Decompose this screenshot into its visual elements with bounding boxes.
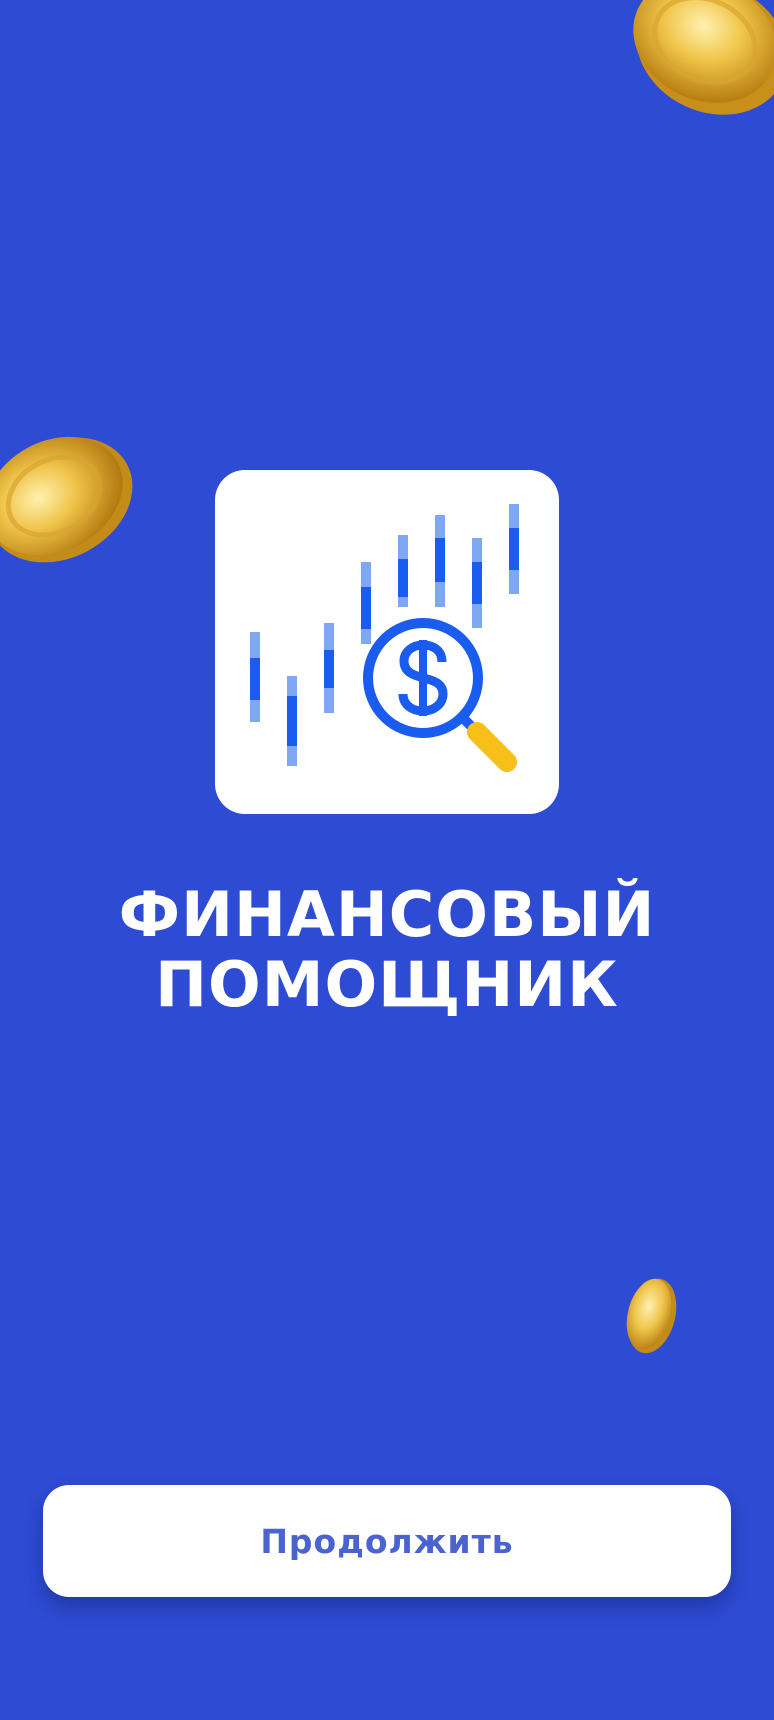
gold-coin-icon <box>620 1270 680 1360</box>
gold-coin-icon <box>0 410 140 580</box>
chart-magnifier-dollar-icon <box>250 504 519 772</box>
app-logo <box>215 470 559 814</box>
app-title-line-2: ПОМОЩНИК <box>155 948 619 1021</box>
app-title-line-1: ФИНАНСОВЫЙ <box>118 878 656 951</box>
gold-coin-icon <box>620 0 774 140</box>
continue-button[interactable]: Продолжить <box>43 1485 731 1597</box>
app-title: ФИНАНСОВЫЙ ПОМОЩНИК <box>0 880 774 1020</box>
welcome-screen: ФИНАНСОВЫЙ ПОМОЩНИК Продолжить <box>0 0 774 1720</box>
